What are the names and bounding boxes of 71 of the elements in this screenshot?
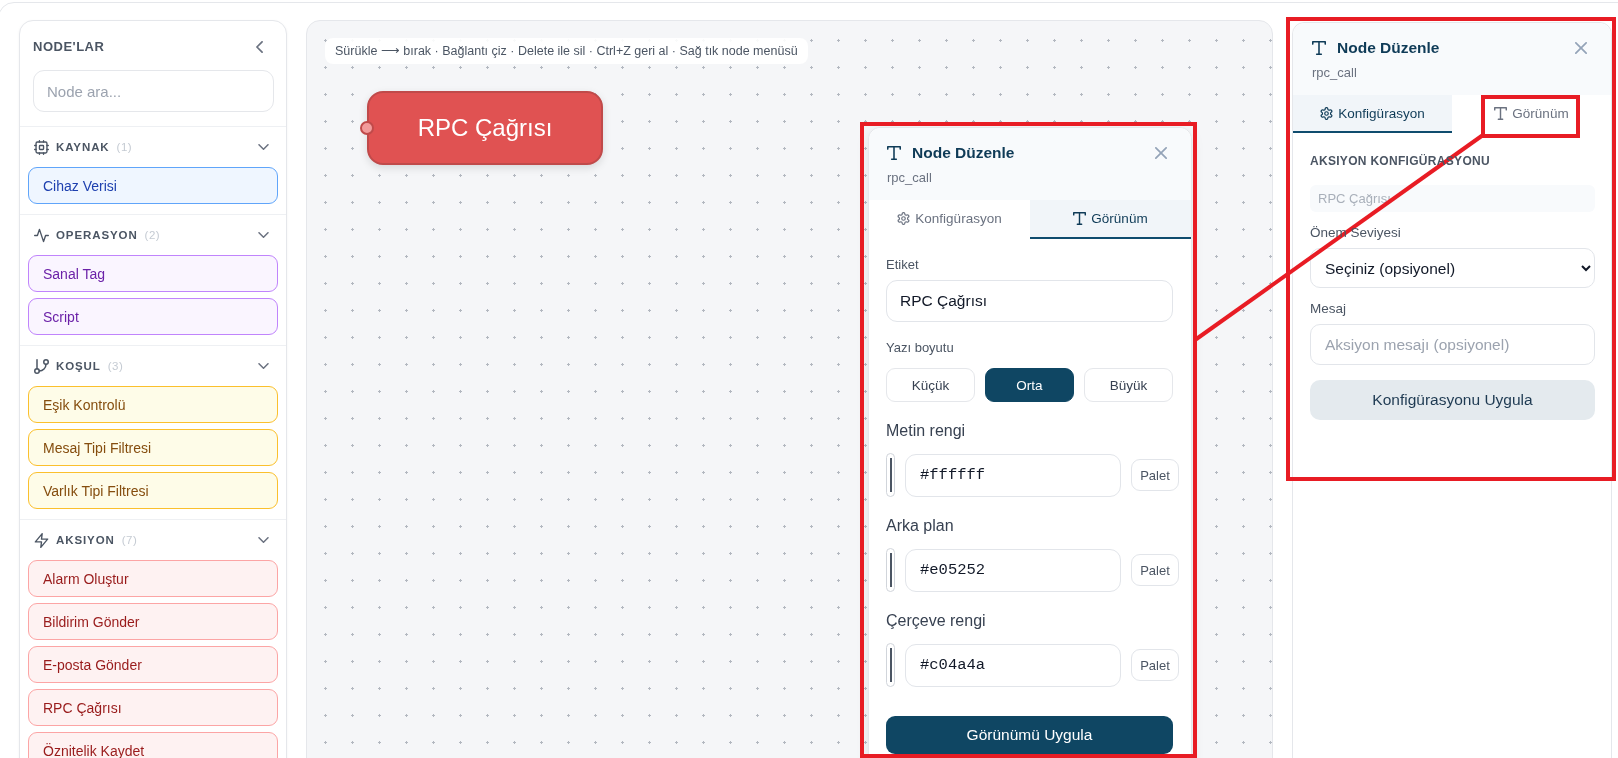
- field-label: Mesaj: [1310, 301, 1346, 317]
- node-item[interactable]: Varlık Tipi Filtresi: [28, 472, 278, 509]
- color-picker[interactable]: [886, 548, 895, 592]
- size-option[interactable]: Orta: [985, 368, 1074, 402]
- hex-input[interactable]: #c04a4a: [905, 643, 1121, 687]
- node-item[interactable]: Bildirim Gönder: [28, 603, 278, 640]
- apply-button[interactable]: Konfigürasyonu Uygula: [1310, 380, 1595, 420]
- tab[interactable]: Konfigürasyon: [869, 200, 1030, 239]
- palette-button[interactable]: Palet: [1131, 459, 1179, 491]
- hex-input[interactable]: #ffffff: [905, 453, 1121, 497]
- panel-title: Node Düzenle: [912, 144, 1015, 162]
- chevron-down-icon[interactable]: [258, 363, 269, 369]
- field-label: Yazı boyutu: [886, 340, 954, 356]
- group-count: (3): [107, 360, 124, 372]
- text-icon: [887, 146, 901, 160]
- field-label: Çerçeve rengi: [886, 611, 986, 631]
- node-item[interactable]: Cihaz Verisi: [28, 167, 278, 204]
- close-icon[interactable]: [1155, 147, 1167, 159]
- palette-button[interactable]: Palet: [1131, 554, 1179, 586]
- node-item[interactable]: Mesaj Tipi Filtresi: [28, 429, 278, 466]
- color-picker[interactable]: [886, 453, 895, 497]
- field-label: Önem Seviyesi: [1310, 225, 1401, 241]
- apply-button[interactable]: Görünümü Uygula: [886, 716, 1173, 754]
- field-label: Metin rengi: [886, 421, 966, 441]
- group-title[interactable]: OPERASYON: [56, 229, 138, 241]
- group-title[interactable]: KAYNAK: [56, 141, 110, 153]
- lightning-icon: [34, 532, 49, 548]
- panel-subtitle: rpc_call: [1312, 65, 1357, 81]
- flow-node[interactable]: RPC Çağrısı: [367, 91, 603, 165]
- group-title[interactable]: KOŞUL: [56, 360, 101, 372]
- node-item[interactable]: Alarm Oluştur: [28, 560, 278, 597]
- node-item[interactable]: Sanal Tag: [28, 255, 278, 292]
- node-item[interactable]: RPC Çağrısı: [28, 689, 278, 726]
- text-icon: [1494, 106, 1508, 120]
- text-icon: [1073, 212, 1087, 225]
- gear-icon: [1320, 106, 1334, 120]
- close-icon[interactable]: [1575, 42, 1587, 54]
- tab[interactable]: Görünüm: [1030, 200, 1191, 239]
- sidebar-title: NODE'LAR: [33, 38, 105, 56]
- panel-title: Node Düzenle: [1337, 39, 1440, 57]
- group-title[interactable]: AKSIYON: [56, 534, 115, 546]
- connection-handle[interactable]: [360, 121, 374, 135]
- node-item[interactable]: Öznitelik Kaydet: [28, 732, 278, 758]
- tab[interactable]: Konfigürasyon: [1293, 95, 1452, 133]
- branch-icon: [34, 358, 49, 374]
- field-label: Etiket: [886, 257, 919, 273]
- chip-icon: [34, 139, 49, 155]
- group-count: (7): [121, 534, 138, 546]
- severity-select[interactable]: Seçiniz (opsiyonel): [1310, 248, 1595, 288]
- node-item[interactable]: Script: [28, 298, 278, 335]
- hex-input[interactable]: #e05252: [905, 548, 1121, 592]
- field-label: Arka plan: [886, 516, 954, 536]
- size-option[interactable]: Küçük: [886, 368, 975, 402]
- search-field[interactable]: Node ara...: [33, 70, 274, 112]
- message-input[interactable]: Aksiyon mesajı (opsiyonel): [1310, 324, 1595, 365]
- color-picker[interactable]: [886, 643, 895, 687]
- collapse-icon[interactable]: [256, 41, 263, 53]
- node-item[interactable]: Eşik Kontrolü: [28, 386, 278, 423]
- chevron-down-icon[interactable]: [258, 144, 269, 150]
- gear-icon: [897, 212, 911, 225]
- label-input[interactable]: RPC Çağrısı: [886, 280, 1173, 322]
- pulse-icon: [34, 227, 49, 243]
- chevron-down-icon[interactable]: [258, 232, 269, 238]
- text-icon: [1312, 41, 1326, 55]
- palette-button[interactable]: Palet: [1131, 649, 1179, 681]
- chevron-down-icon[interactable]: [258, 537, 269, 543]
- hint-bar: Sürükle ⟶ bırak · Bağlantı çiz · Delete ile sil · Ctrl+Z geri al · Sağ tık node menüsü: [325, 38, 808, 64]
- node-item[interactable]: E-posta Gönder: [28, 646, 278, 683]
- size-option[interactable]: Büyük: [1084, 368, 1173, 402]
- panel-subtitle: rpc_call: [887, 170, 932, 186]
- group-count: (1): [116, 141, 133, 153]
